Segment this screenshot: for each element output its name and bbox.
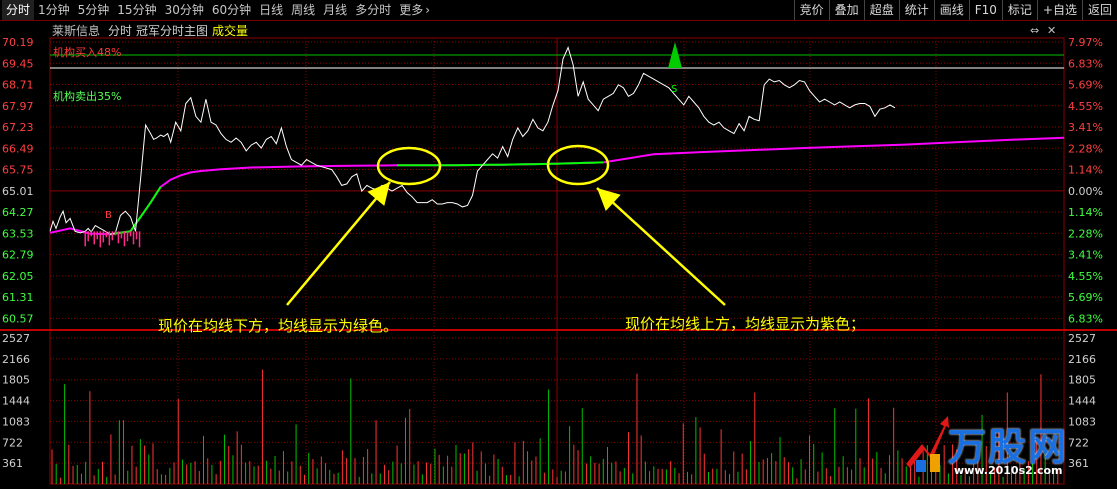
arrow-left-head xyxy=(367,182,390,206)
logo-brand: 万股网 xyxy=(948,425,1069,469)
price-line xyxy=(49,46,896,235)
arrow-left-shaft xyxy=(286,181,391,306)
percent-tick-label: 3.41% xyxy=(1068,249,1103,262)
price-tick-label: 67.97 xyxy=(2,100,34,113)
price-tick-label: 69.45 xyxy=(2,57,34,70)
percent-tick-label: 4.55% xyxy=(1068,270,1103,283)
percent-tick-label: 5.69% xyxy=(1068,79,1103,92)
percent-tick-label: 6.83% xyxy=(1068,312,1103,325)
price-tick-label: 65.75 xyxy=(2,164,34,177)
price-tick-label: 62.05 xyxy=(2,270,34,283)
percent-tick-label: 2.28% xyxy=(1068,142,1103,155)
volume-tick-label-right: 2166 xyxy=(1068,353,1096,366)
s-marker: S xyxy=(671,84,677,95)
percent-tick-label: 0.00% xyxy=(1068,185,1103,198)
price-tick-label: 65.01 xyxy=(2,185,34,198)
percent-tick-label: 1.14% xyxy=(1068,164,1103,177)
volume-tick-label: 1444 xyxy=(2,395,30,408)
percent-tick-label: 1.14% xyxy=(1068,206,1103,219)
logo-arrow-icon xyxy=(906,416,949,472)
chart-close-icon[interactable]: ✕ xyxy=(1047,24,1056,37)
volume-tick-label: 361 xyxy=(2,457,23,470)
volume-tick-label-right: 2527 xyxy=(1068,332,1096,345)
institution-sell-label: 机构卖出35% xyxy=(53,90,122,103)
annotation-right: 现价在均线上方，均线显示为紫色； xyxy=(625,315,866,333)
watermark-logo: 万股网 www.2010s2.com xyxy=(898,412,1098,484)
price-tick-label: 66.49 xyxy=(2,142,34,155)
percent-tick-label: 2.28% xyxy=(1068,227,1103,240)
volume-tick-label: 1805 xyxy=(2,374,30,387)
percent-tick-label: 3.41% xyxy=(1068,121,1103,134)
institution-buy-label: 机构买入48% xyxy=(53,46,122,59)
price-tick-label: 62.79 xyxy=(2,249,34,262)
volume-tick-label-right: 1805 xyxy=(1068,374,1096,387)
annotation-left: 现价在均线下方，均线显示为绿色。 xyxy=(158,317,399,335)
price-tick-label: 64.27 xyxy=(2,206,34,219)
price-tick-label: 60.57 xyxy=(2,312,34,325)
logo-url: www.2010s2.com xyxy=(954,464,1063,477)
price-tick-label: 68.71 xyxy=(2,79,34,92)
price-tick-label: 63.53 xyxy=(2,227,34,240)
price-tick-label: 70.19 xyxy=(2,36,34,49)
percent-tick-label: 7.97% xyxy=(1068,36,1103,49)
price-tick-label: 67.23 xyxy=(2,121,34,134)
b-marker: B xyxy=(105,210,112,221)
arrow-right-shaft xyxy=(596,187,726,306)
chart-settings-icon[interactable]: ⇔ xyxy=(1030,24,1039,37)
percent-tick-label: 6.83% xyxy=(1068,57,1103,70)
average-line-green xyxy=(397,161,604,167)
volume-tick-label: 2527 xyxy=(2,332,30,345)
percent-tick-label: 5.69% xyxy=(1068,291,1103,304)
volume-tick-label: 2166 xyxy=(2,353,30,366)
volume-tick-label: 722 xyxy=(2,436,23,449)
percent-tick-label: 4.55% xyxy=(1068,100,1103,113)
price-tick-label: 61.31 xyxy=(2,291,34,304)
volume-tick-label-right: 1444 xyxy=(1068,395,1096,408)
volume-tick-label: 1083 xyxy=(2,415,30,428)
